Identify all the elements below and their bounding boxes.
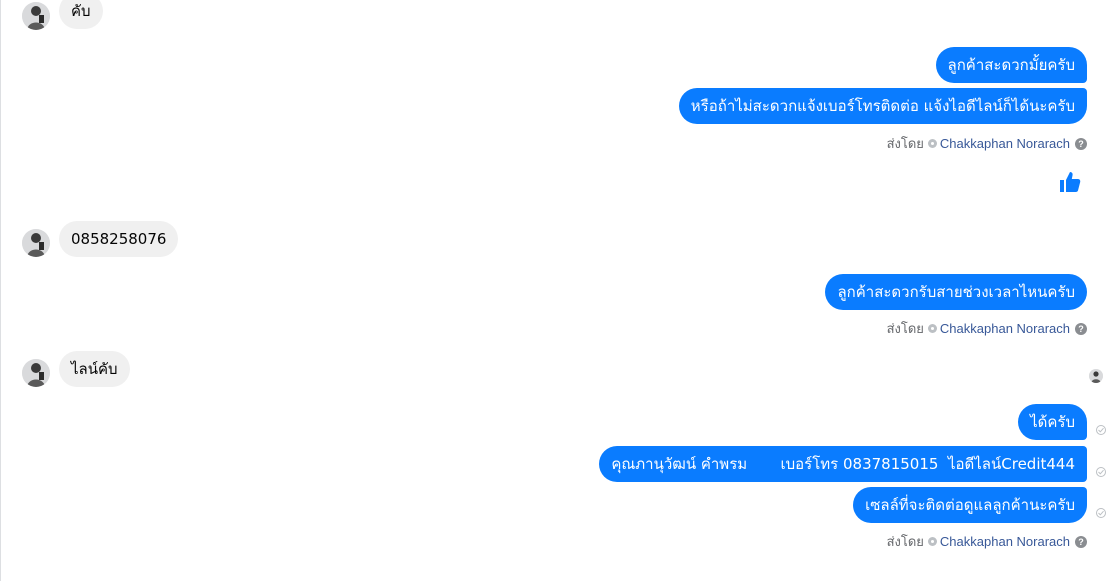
sender-name[interactable]: Chakkaphan Norarach	[940, 321, 1070, 336]
outgoing-message[interactable]: ลูกค้าสะดวกมั้ยครับ	[935, 47, 1087, 83]
help-icon[interactable]: ?	[1075, 322, 1087, 335]
person-photo-icon	[22, 2, 50, 30]
sent-by-label: ส่งโดย Chakkaphan Norarach ?	[887, 133, 1087, 154]
gear-icon	[927, 324, 937, 333]
panel-left-border	[0, 0, 1, 581]
help-icon[interactable]: ?	[1075, 535, 1087, 548]
sender-name[interactable]: Chakkaphan Norarach	[940, 534, 1070, 549]
thumbs-up-icon[interactable]	[1058, 170, 1082, 194]
gear-icon	[927, 139, 937, 148]
outgoing-message[interactable]: คุณภานุวัฒน์ คำพรม เบอร์โทร 0837815015 ไ…	[599, 446, 1087, 482]
check-circle-icon	[1096, 467, 1106, 477]
gear-icon	[927, 537, 937, 546]
sent-by-prefix: ส่งโดย	[886, 534, 924, 549]
person-photo-icon	[22, 359, 50, 387]
sent-by-prefix: ส่งโดย	[886, 321, 924, 336]
incoming-message[interactable]: คับ	[59, 0, 103, 29]
sent-by-label: ส่งโดย Chakkaphan Norarach ?	[887, 531, 1087, 552]
check-circle-icon	[1096, 425, 1106, 435]
incoming-message[interactable]: ไลน์คับ	[59, 351, 130, 387]
check-circle-icon	[1096, 508, 1106, 518]
person-photo-icon	[22, 229, 50, 257]
read-receipt-avatar	[1089, 369, 1103, 383]
sender-name[interactable]: Chakkaphan Norarach	[940, 136, 1070, 151]
contact-avatar[interactable]	[22, 2, 50, 30]
sent-by-prefix: ส่งโดย	[886, 136, 924, 151]
outgoing-message[interactable]: ลูกค้าสะดวกรับสายช่วงเวลาไหนครับ	[825, 274, 1087, 310]
help-icon[interactable]: ?	[1075, 137, 1087, 150]
contact-avatar[interactable]	[22, 359, 50, 387]
outgoing-message[interactable]: หรือถ้าไม่สะดวกแจ้งเบอร์โทรติดต่อ แจ้งไอ…	[678, 88, 1087, 124]
sent-by-label: ส่งโดย Chakkaphan Norarach ?	[887, 318, 1087, 339]
incoming-message[interactable]: 0858258076	[59, 221, 179, 257]
contact-avatar[interactable]	[22, 229, 50, 257]
outgoing-message[interactable]: ได้ครับ	[1018, 404, 1087, 440]
outgoing-message[interactable]: เซลล์ที่จะติดต่อดูแลลูกค้านะครับ	[853, 487, 1087, 523]
